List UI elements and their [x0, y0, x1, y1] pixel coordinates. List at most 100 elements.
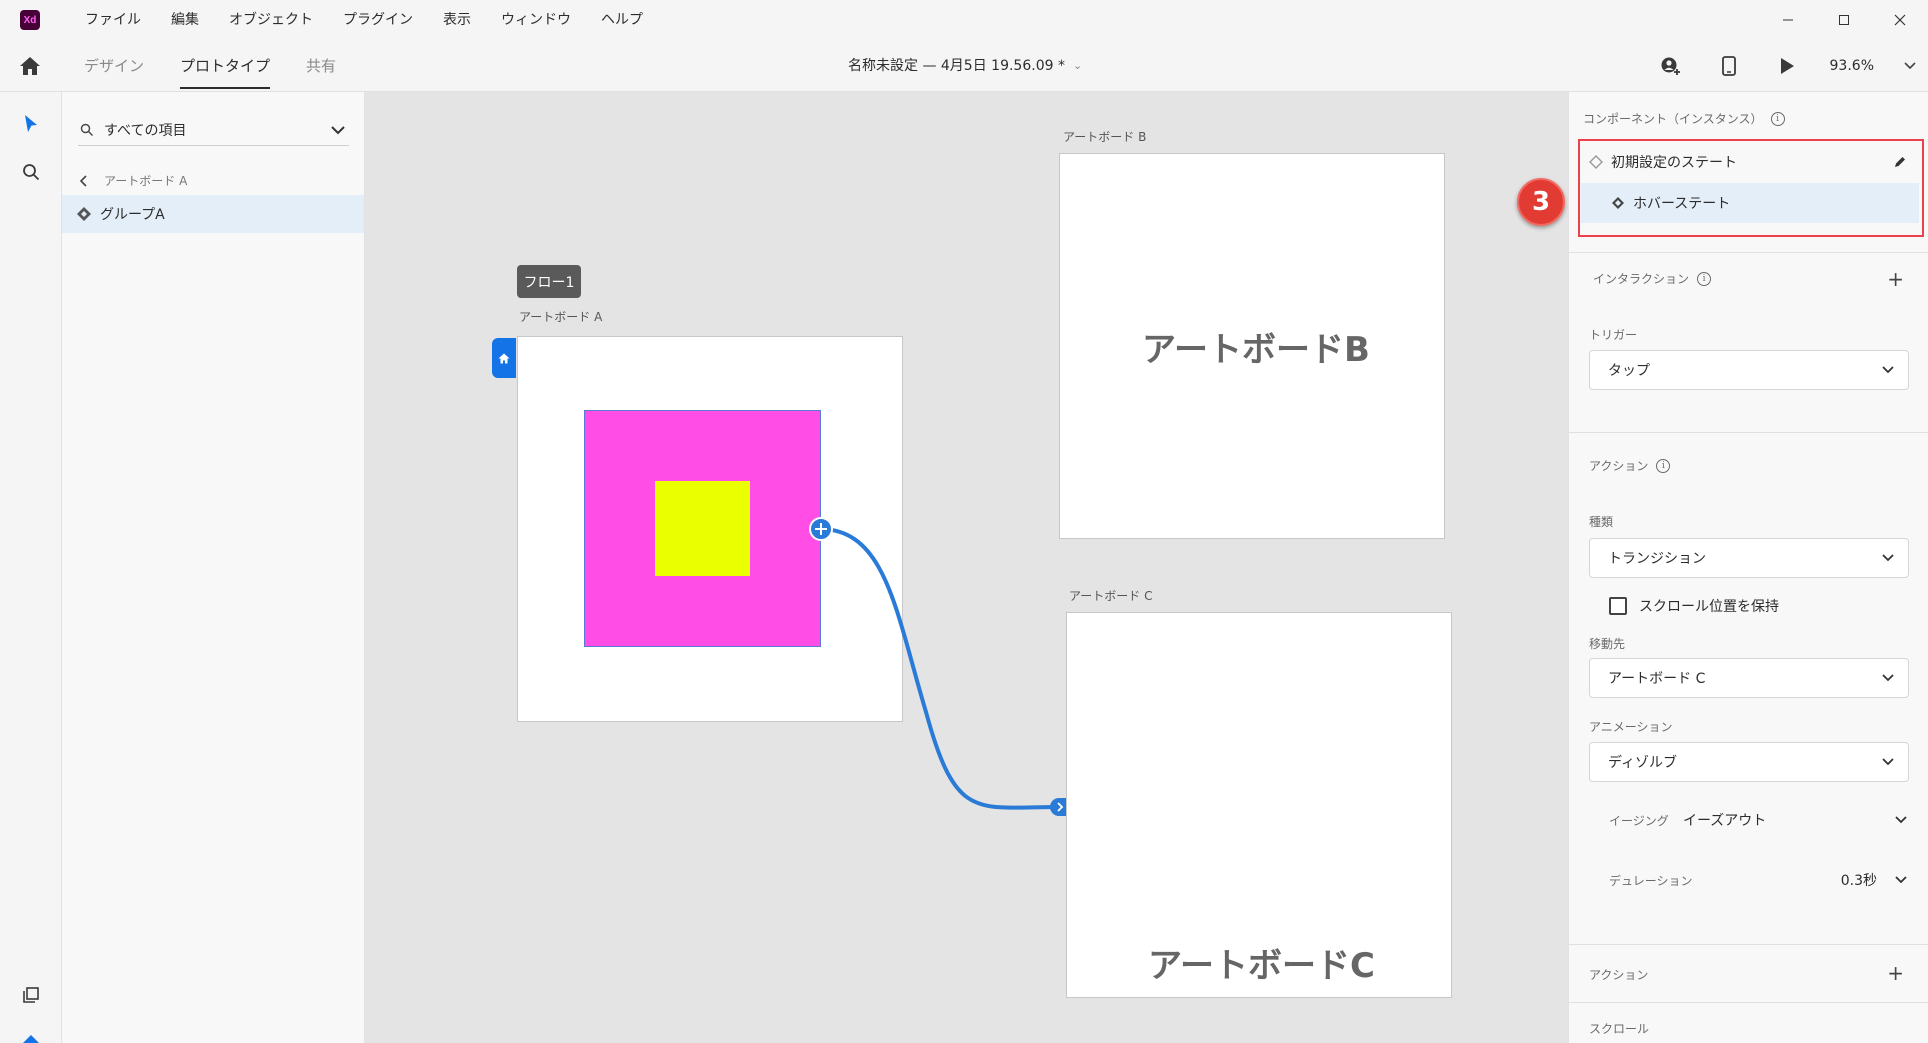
zoom-value: 93.6%: [1829, 58, 1874, 74]
close-button[interactable]: [1872, 0, 1928, 40]
add-interaction-button[interactable]: +: [1887, 267, 1904, 291]
menu-window[interactable]: ウィンドウ: [486, 0, 586, 40]
menu-plugins[interactable]: プラグイン: [328, 0, 428, 40]
search-tool-button[interactable]: [18, 159, 44, 185]
chevron-down-icon[interactable]: [331, 125, 345, 135]
add-action-button[interactable]: +: [1887, 961, 1904, 985]
menu-object[interactable]: オブジェクト: [214, 0, 328, 40]
component-icon: [1612, 197, 1624, 209]
edit-pencil-icon[interactable]: [1893, 155, 1907, 169]
animation-dropdown[interactable]: ディゾルブ: [1589, 742, 1909, 782]
easing-label: イージング: [1609, 813, 1669, 828]
easing-value: イーズアウト: [1683, 813, 1767, 829]
artboard-c-text: アートボードC: [1148, 946, 1375, 986]
toolbar: デザイン プロトタイプ 共有 名称未設定 — 4月5日 19.56.09 * ⌄…: [0, 40, 1928, 92]
type-dropdown[interactable]: トランジション: [1589, 538, 1909, 578]
chevron-down-icon: [1904, 62, 1916, 70]
layer-item-group-a[interactable]: グループA: [62, 195, 364, 233]
toolbar-right: 93.6%: [1656, 40, 1928, 92]
maximize-button[interactable]: [1816, 0, 1872, 40]
play-icon: [1780, 58, 1794, 74]
close-icon: [1894, 14, 1906, 26]
trigger-dropdown[interactable]: タップ: [1589, 350, 1909, 390]
action-2-title: アクション: [1589, 968, 1649, 982]
assets-toggle-button[interactable]: [18, 1028, 44, 1043]
mode-tabs: デザイン プロトタイプ 共有: [66, 40, 354, 92]
layer-search[interactable]: すべての項目: [78, 114, 349, 146]
minimize-button[interactable]: [1760, 0, 1816, 40]
state-hover[interactable]: ホバーステート: [1581, 183, 1919, 223]
search-icon: [23, 164, 40, 181]
canvas[interactable]: フロー1 アートボード A アートボード B アートボードB アートボード C …: [366, 92, 1568, 1043]
chevron-down-icon: [1882, 366, 1894, 374]
document-title[interactable]: 名称未設定 — 4月5日 19.56.09 * ⌄: [848, 40, 1082, 92]
menu-help[interactable]: ヘルプ: [586, 0, 658, 40]
layer-breadcrumb[interactable]: アートボード A: [80, 172, 187, 189]
chevron-down-icon: [1882, 758, 1894, 766]
search-placeholder: すべての項目: [104, 122, 187, 139]
divider: [1569, 1002, 1928, 1003]
artboard-b-label[interactable]: アートボード B: [1063, 128, 1146, 145]
divider: [1569, 944, 1928, 945]
chevron-down-icon: [1895, 816, 1907, 824]
trigger-value: タップ: [1608, 363, 1650, 379]
component-section-title: コンポーネント（インスタンス） i: [1583, 110, 1785, 127]
interaction-section-title: インタラクション i: [1593, 270, 1712, 287]
layers-toggle-button[interactable]: [18, 982, 44, 1008]
zoom-control[interactable]: 93.6%: [1830, 58, 1916, 74]
info-icon[interactable]: i: [1656, 458, 1671, 473]
divider: [1569, 252, 1928, 253]
tool-rail: [0, 92, 62, 1043]
easing-row[interactable]: イージング イーズアウト: [1609, 805, 1909, 835]
home-button[interactable]: [17, 54, 43, 78]
duration-value: 0.3秒: [1840, 873, 1877, 889]
keep-scroll-position-row[interactable]: スクロール位置を保持: [1609, 596, 1779, 616]
menu-edit[interactable]: 編集: [156, 0, 214, 40]
chevron-down-icon: ⌄: [1072, 59, 1083, 72]
action-title: アクション: [1589, 459, 1649, 473]
device-preview-button[interactable]: [1714, 51, 1744, 81]
artboard-c-label[interactable]: アートボード C: [1069, 587, 1152, 604]
artboard-a-label[interactable]: アートボード A: [519, 308, 602, 325]
pointer-icon: [25, 115, 37, 132]
duration-label: デュレーション: [1609, 873, 1693, 888]
tab-share[interactable]: 共有: [288, 40, 354, 92]
chevron-left-icon: [80, 174, 87, 187]
destination-label: 移動先: [1589, 637, 1626, 651]
select-tool-button[interactable]: [18, 111, 44, 137]
layer-label: グループA: [100, 207, 165, 223]
layers-panel: すべての項目 アートボード A グループA: [62, 92, 365, 1043]
home-icon: [20, 57, 40, 75]
state-default-label: 初期設定のステート: [1611, 155, 1737, 171]
divider: [1569, 432, 1928, 433]
group-a-yellow-rect[interactable]: [655, 481, 750, 576]
duration-row[interactable]: デュレーション 0.3秒: [1609, 865, 1909, 895]
component-title: コンポーネント（インスタンス）: [1583, 112, 1763, 126]
destination-value: アートボード C: [1608, 671, 1706, 687]
breadcrumb-label: アートボード A: [104, 174, 188, 188]
flow-badge[interactable]: フロー1: [517, 265, 581, 298]
search-icon: [80, 123, 93, 136]
chevron-down-icon: [1882, 554, 1894, 562]
chevron-down-icon: [1882, 674, 1894, 682]
action-section-title: アクション i: [1589, 457, 1671, 474]
tab-prototype[interactable]: プロトタイプ: [162, 40, 288, 92]
info-icon[interactable]: i: [1697, 271, 1712, 286]
destination-dropdown[interactable]: アートボード C: [1589, 658, 1909, 698]
component-icon: [77, 207, 91, 221]
step-number-badge: 3: [1517, 178, 1565, 226]
tab-design[interactable]: デザイン: [66, 40, 162, 92]
menu-file[interactable]: ファイル: [70, 0, 156, 40]
type-value: トランジション: [1608, 551, 1706, 567]
state-default[interactable]: 初期設定のステート: [1581, 142, 1919, 182]
play-preview-button[interactable]: [1772, 51, 1802, 81]
keep-scroll-checkbox[interactable]: [1609, 597, 1627, 615]
menu-view[interactable]: 表示: [428, 0, 486, 40]
invite-button[interactable]: [1656, 51, 1686, 81]
info-icon[interactable]: i: [1770, 111, 1785, 126]
diamond-icon: [23, 1035, 39, 1043]
main-menu: ファイル 編集 オブジェクト プラグイン 表示 ウィンドウ ヘルプ: [70, 0, 658, 40]
home-artboard-tab[interactable]: [492, 338, 516, 378]
layers-icon: [23, 987, 39, 1003]
diamond-outline-icon: [1589, 155, 1603, 169]
